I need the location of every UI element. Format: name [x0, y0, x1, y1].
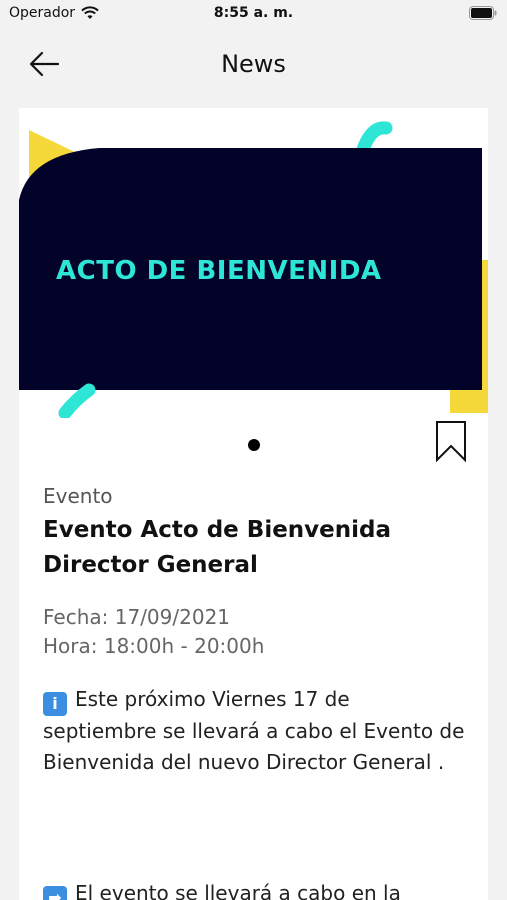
news-card: ACTO DE BIENVENIDA Evento Evento Acto de…	[19, 108, 488, 900]
article-paragraph: i Este próximo Viernes 17 de septiembre s…	[43, 684, 468, 777]
carousel-indicator[interactable]	[248, 439, 260, 451]
page-title: News	[221, 50, 286, 78]
article-paragraph: ➡ El evento se llevará a cabo en la	[43, 878, 468, 900]
nav-header: News	[0, 28, 507, 108]
status-bar: Operador 8:55 a. m.	[0, 0, 507, 28]
article-category: Evento	[43, 484, 113, 508]
paragraph-text: El evento se llevará a cabo en la	[75, 881, 401, 900]
article-date: Fecha: 17/09/2021	[43, 605, 231, 629]
banner-title: ACTO DE BIENVENIDA	[56, 256, 382, 286]
battery-icon	[469, 6, 497, 20]
information-emoji-icon: i	[43, 692, 67, 716]
status-time: 8:55 a. m.	[213, 5, 294, 21]
bookmark-icon[interactable]	[435, 420, 467, 462]
right-arrow-emoji-icon: ➡	[43, 886, 67, 900]
paragraph-text: Este próximo Viernes 17 de septiembre se…	[43, 687, 465, 774]
article-title: Evento Acto de Bienvenida Director Gener…	[43, 517, 392, 578]
banner-image[interactable]: ACTO DE BIENVENIDA	[19, 108, 488, 418]
article-time: Hora: 18:00h - 20:00h	[43, 634, 265, 658]
